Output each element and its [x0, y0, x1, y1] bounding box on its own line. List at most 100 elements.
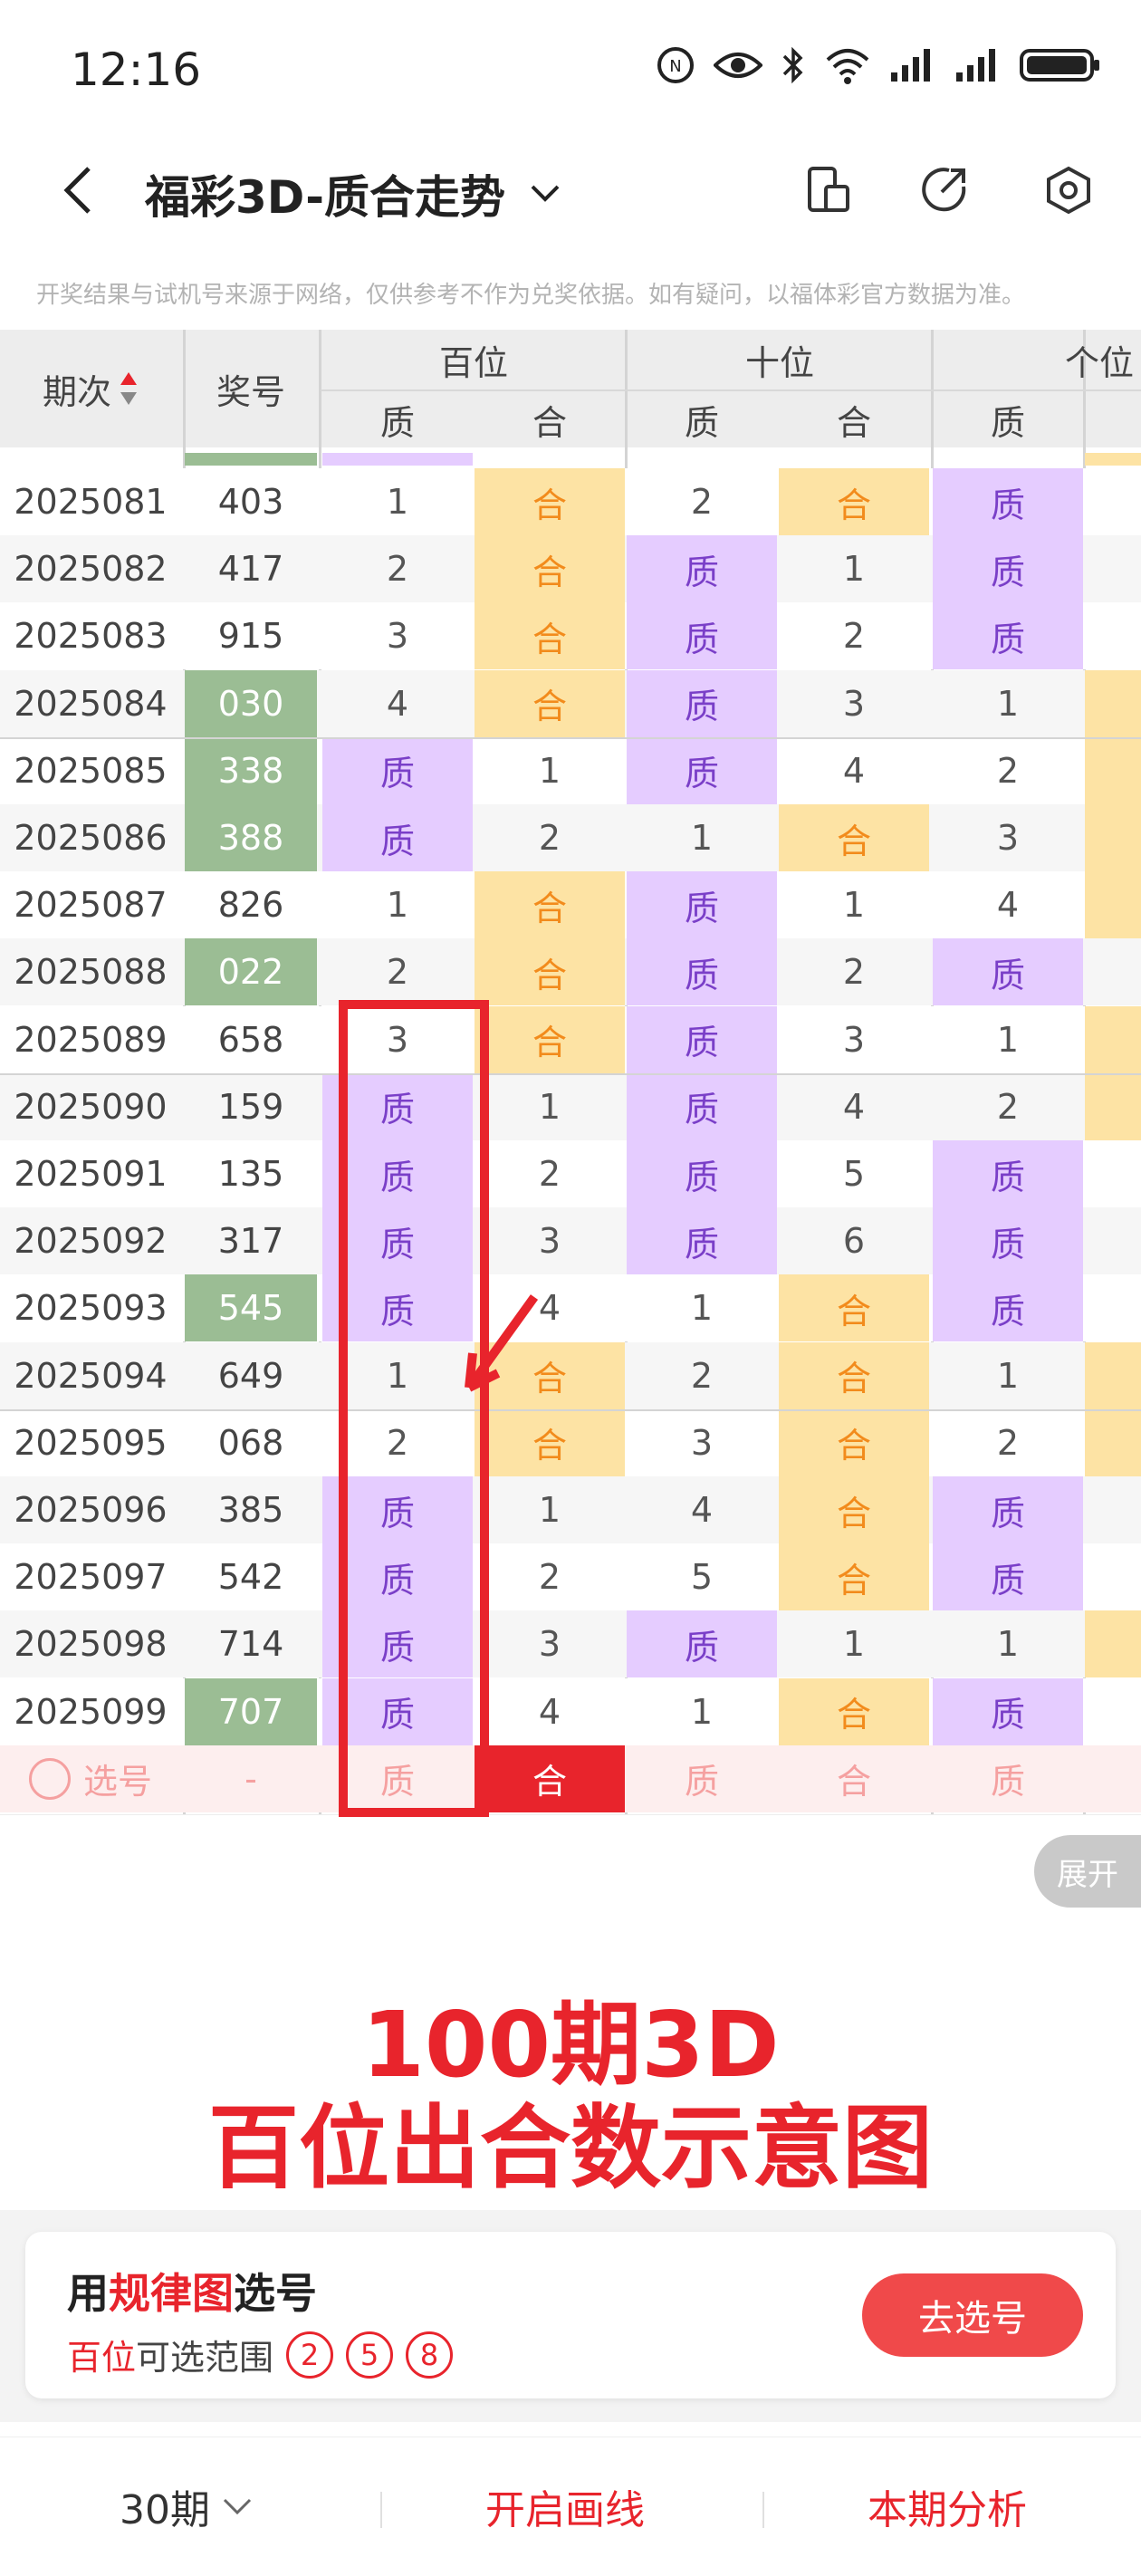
trend-cell-partial — [1085, 1341, 1141, 1409]
trend-cell: 质 — [322, 1072, 473, 1140]
settings-icon[interactable] — [1043, 165, 1094, 216]
select-cell[interactable]: 质 — [322, 1745, 473, 1812]
title-dropdown[interactable]: 福彩3D-质合走势 — [145, 161, 561, 226]
trend-cell: 4 — [842, 750, 866, 791]
trend-cell: 合 — [779, 1274, 929, 1342]
sub-header: 合 — [836, 402, 871, 443]
sort-icon — [120, 372, 137, 405]
choice-circle: 5 — [346, 2331, 394, 2379]
bluetooth-icon — [782, 46, 803, 84]
sub-header: 质 — [379, 402, 415, 443]
trend-cell-partial — [1085, 736, 1141, 804]
period-cell: 2025098 — [14, 1624, 168, 1665]
trend-cell: 质 — [322, 1140, 473, 1207]
select-row-label[interactable]: 选号 — [0, 1745, 181, 1812]
trend-cell: 1 — [538, 1490, 561, 1530]
trend-cell: 3 — [386, 1019, 409, 1060]
trend-cell: 1 — [386, 885, 409, 926]
trend-cell: 质 — [933, 938, 1083, 1006]
period-cell: 2025096 — [14, 1490, 168, 1530]
trend-cell: 质 — [933, 1543, 1083, 1611]
trend-cell: 质 — [933, 1476, 1083, 1543]
expand-button[interactable]: 展开 — [1034, 1835, 1141, 1908]
footer-group-header: 百位 — [322, 1814, 625, 1815]
trend-cell: 6 — [842, 1221, 866, 1262]
period-cell: 2025095 — [14, 1422, 168, 1463]
select-cell[interactable]: 质 — [933, 1745, 1083, 1812]
period-header[interactable]: 期次 — [0, 330, 181, 447]
select-label: 选号 — [82, 1762, 152, 1802]
number-cell: 542 — [217, 1557, 284, 1598]
select-cell[interactable]: 质 — [627, 1745, 777, 1812]
select-cell[interactable]: 合 — [779, 1745, 929, 1812]
trend-cell: 质 — [627, 736, 777, 804]
trend-cell: 4 — [842, 1086, 866, 1127]
trend-cell: 1 — [996, 1624, 1020, 1665]
trend-cell: 质 — [933, 1207, 1083, 1275]
choice-circle: 2 — [286, 2331, 334, 2379]
period-cell: 2025093 — [14, 1288, 168, 1329]
period-cell: 2025092 — [14, 1221, 168, 1262]
draw-line-button[interactable]: 开启画线 — [485, 2477, 645, 2535]
number-cell: 388 — [185, 804, 317, 871]
go-pick-button[interactable]: 去选号 — [862, 2273, 1083, 2357]
trend-cell: 1 — [842, 1624, 866, 1665]
eye-icon — [714, 53, 762, 78]
trend-cell: 3 — [538, 1624, 561, 1665]
number-cell: 022 — [185, 938, 317, 1006]
analysis-button[interactable]: 本期分析 — [868, 2477, 1027, 2535]
back-arrow-icon[interactable] — [53, 163, 107, 217]
footer-group-header: 十位 — [628, 1814, 931, 1815]
trend-cell: 3 — [386, 616, 409, 657]
card-title: 用规律图选号 — [67, 2261, 317, 2321]
trend-cell: 质 — [933, 535, 1083, 603]
trend-cell: 质 — [627, 871, 777, 939]
group-header-0: 百位 — [438, 342, 508, 383]
trend-cell-partial — [1085, 669, 1141, 737]
number-cell: 135 — [217, 1154, 284, 1194]
trend-cell: 质 — [627, 602, 777, 670]
period-selector[interactable]: 30期 — [120, 2477, 254, 2535]
nfc-icon: N — [657, 47, 694, 83]
phone-icon[interactable] — [802, 165, 853, 216]
trend-cell: 4 — [538, 1691, 561, 1732]
overlay-title: 100期3D — [361, 1992, 780, 2098]
trend-cell: 5 — [842, 1154, 866, 1194]
trend-cell: 合 — [779, 1476, 929, 1543]
row-line — [0, 736, 1141, 739]
trend-cell: 合 — [475, 1005, 625, 1073]
share-icon[interactable] — [920, 165, 971, 216]
trend-cell: 2 — [538, 1154, 561, 1194]
trend-cell-partial — [1085, 1005, 1141, 1073]
trend-cell: 质 — [933, 468, 1083, 535]
trend-cell: 1 — [538, 750, 561, 791]
trend-cell-partial — [1085, 871, 1141, 939]
sub-header: 合 — [532, 402, 567, 443]
trend-cell: 质 — [933, 1677, 1083, 1745]
select-cell[interactable]: 合 — [475, 1745, 625, 1812]
number-cell: 030 — [185, 669, 317, 737]
trend-cell: 1 — [996, 1019, 1020, 1060]
trend-cell: 1 — [996, 683, 1020, 724]
status-time: 12:16 — [71, 43, 202, 96]
trend-cell: 合 — [779, 804, 929, 871]
trend-cell: 合 — [779, 1341, 929, 1409]
trend-cell-partial — [1085, 1140, 1141, 1207]
trend-cell: 合 — [779, 1543, 929, 1611]
trend-cell: 4 — [386, 683, 409, 724]
trend-cell: 2 — [842, 952, 866, 993]
trend-cell: 2 — [690, 482, 714, 522]
period-cell: 2025089 — [14, 1019, 168, 1060]
number-cell: 707 — [185, 1677, 317, 1745]
number-cell: 826 — [217, 885, 284, 926]
trend-cell: 2 — [690, 1355, 714, 1396]
trend-cell: 合 — [475, 669, 625, 737]
period-label: 30期 — [120, 2487, 210, 2533]
trend-cell: 质 — [322, 1610, 473, 1678]
trend-table: 期次 奖号 百位 十位 个位质合质合质 2025081 403 1 合 2 合质 2025082 417… — [0, 330, 1141, 1815]
trend-cell: 质 — [322, 1677, 473, 1745]
trend-cell: 合 — [475, 871, 625, 939]
status-bar: 12:16 N — [0, 0, 1141, 136]
trend-cell: 质 — [627, 1005, 777, 1073]
trend-cell: 2 — [996, 750, 1020, 791]
